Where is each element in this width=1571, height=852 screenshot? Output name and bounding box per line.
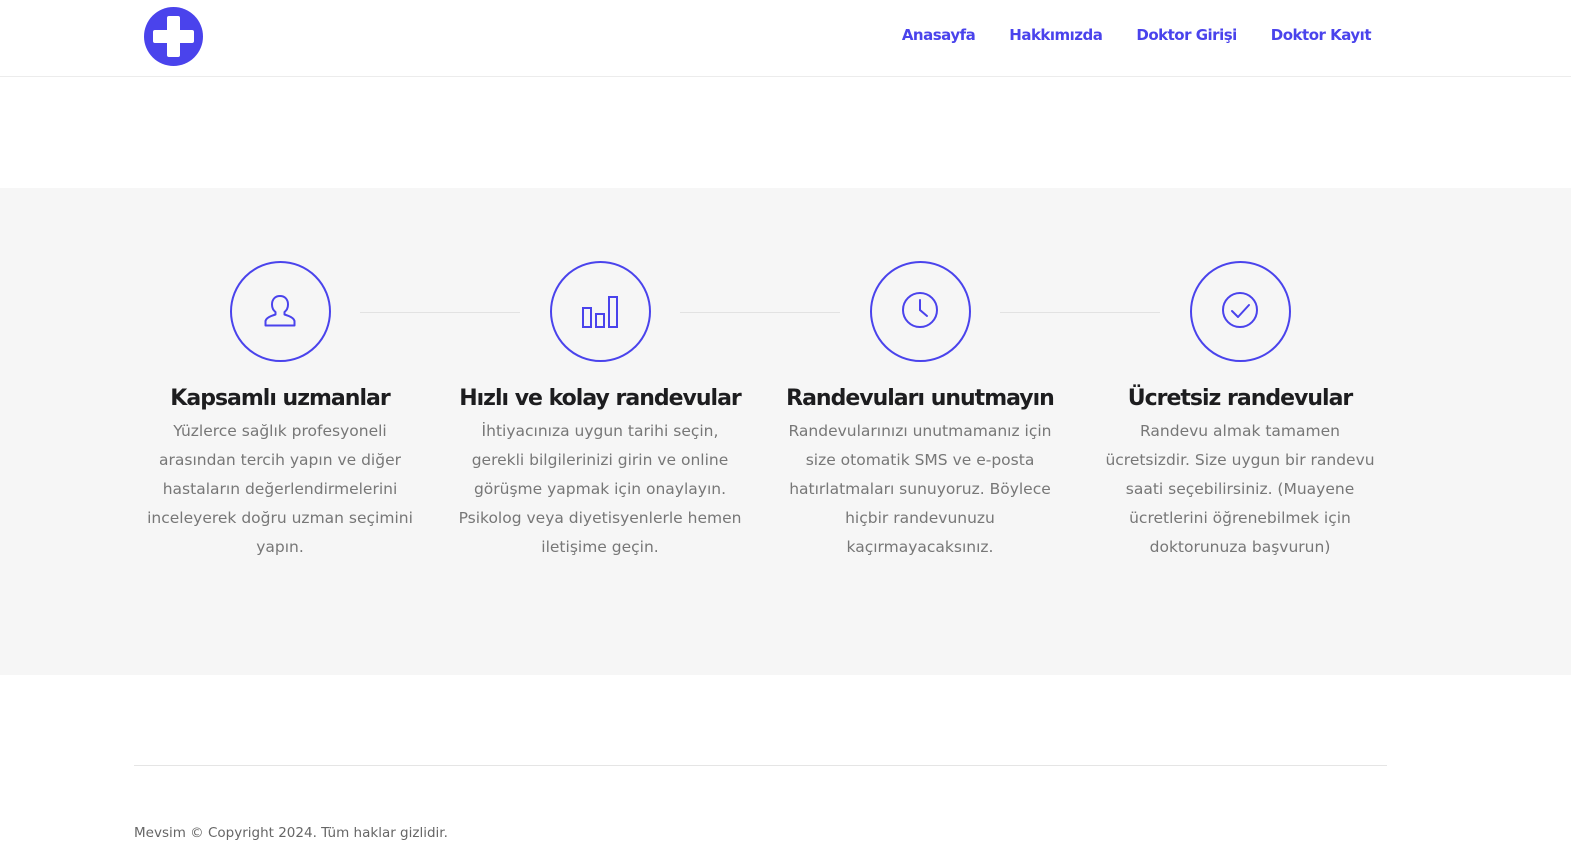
feature-icon-circle	[1189, 261, 1291, 362]
feature-icon-circle	[869, 261, 971, 362]
user-icon	[264, 294, 296, 326]
feature-free-appointments: Ücretsiz randevular Randevu almak tamame…	[1090, 261, 1390, 562]
feature-title: Randevuları unutmayın	[786, 386, 1055, 411]
nav-link-home[interactable]: Anasayfa	[902, 26, 976, 44]
feature-title: Ücretsiz randevular	[1127, 386, 1354, 411]
nav-link-about[interactable]: Hakkımızda	[1009, 26, 1103, 44]
page: Anasayfa Hakkımızda Doktor Girişi Doktor…	[0, 0, 1571, 852]
footer-divider	[134, 765, 1387, 766]
feature-title: Hızlı ve kolay randevular	[459, 386, 742, 411]
medical-cross-icon[interactable]	[144, 7, 203, 66]
clock-icon	[902, 291, 938, 328]
feature-description: Randevularınızı unutmamanız için size ot…	[788, 422, 1052, 556]
feature-description: İhtiyacınıza uygun tarihi seçin, gerekli…	[458, 422, 742, 556]
features-section: Kapsamlı uzmanlar Yüzlerce sağlık profes…	[0, 188, 1571, 675]
check-circle-icon	[1222, 291, 1258, 328]
feature-description: Yüzlerce sağlık profesyoneli arasından t…	[147, 422, 413, 556]
footer-copyright: Mevsim © Copyright 2024. Tüm haklar gizl…	[134, 825, 448, 841]
site-header: Anasayfa Hakkımızda Doktor Girişi Doktor…	[0, 0, 1571, 77]
feature-reminders: Randevuları unutmayın Randevularınızı un…	[770, 261, 1070, 562]
feature-fast-appointments: Hızlı ve kolay randevular İhtiyacınıza u…	[450, 261, 750, 562]
feature-title: Kapsamlı uzmanlar	[170, 386, 390, 411]
feature-description: Randevu almak tamamen ücretsizdir. Size …	[1105, 422, 1375, 556]
nav-link-doctor-register[interactable]: Doktor Kayıt	[1271, 26, 1372, 44]
feature-icon-circle	[229, 261, 331, 362]
feature-icon-circle	[549, 261, 651, 362]
main-nav: Anasayfa Hakkımızda Doktor Girişi Doktor…	[902, 26, 1372, 44]
bar-chart-icon	[582, 295, 618, 328]
nav-link-doctor-login[interactable]: Doktor Girişi	[1136, 26, 1237, 44]
feature-experts: Kapsamlı uzmanlar Yüzlerce sağlık profes…	[130, 261, 430, 562]
